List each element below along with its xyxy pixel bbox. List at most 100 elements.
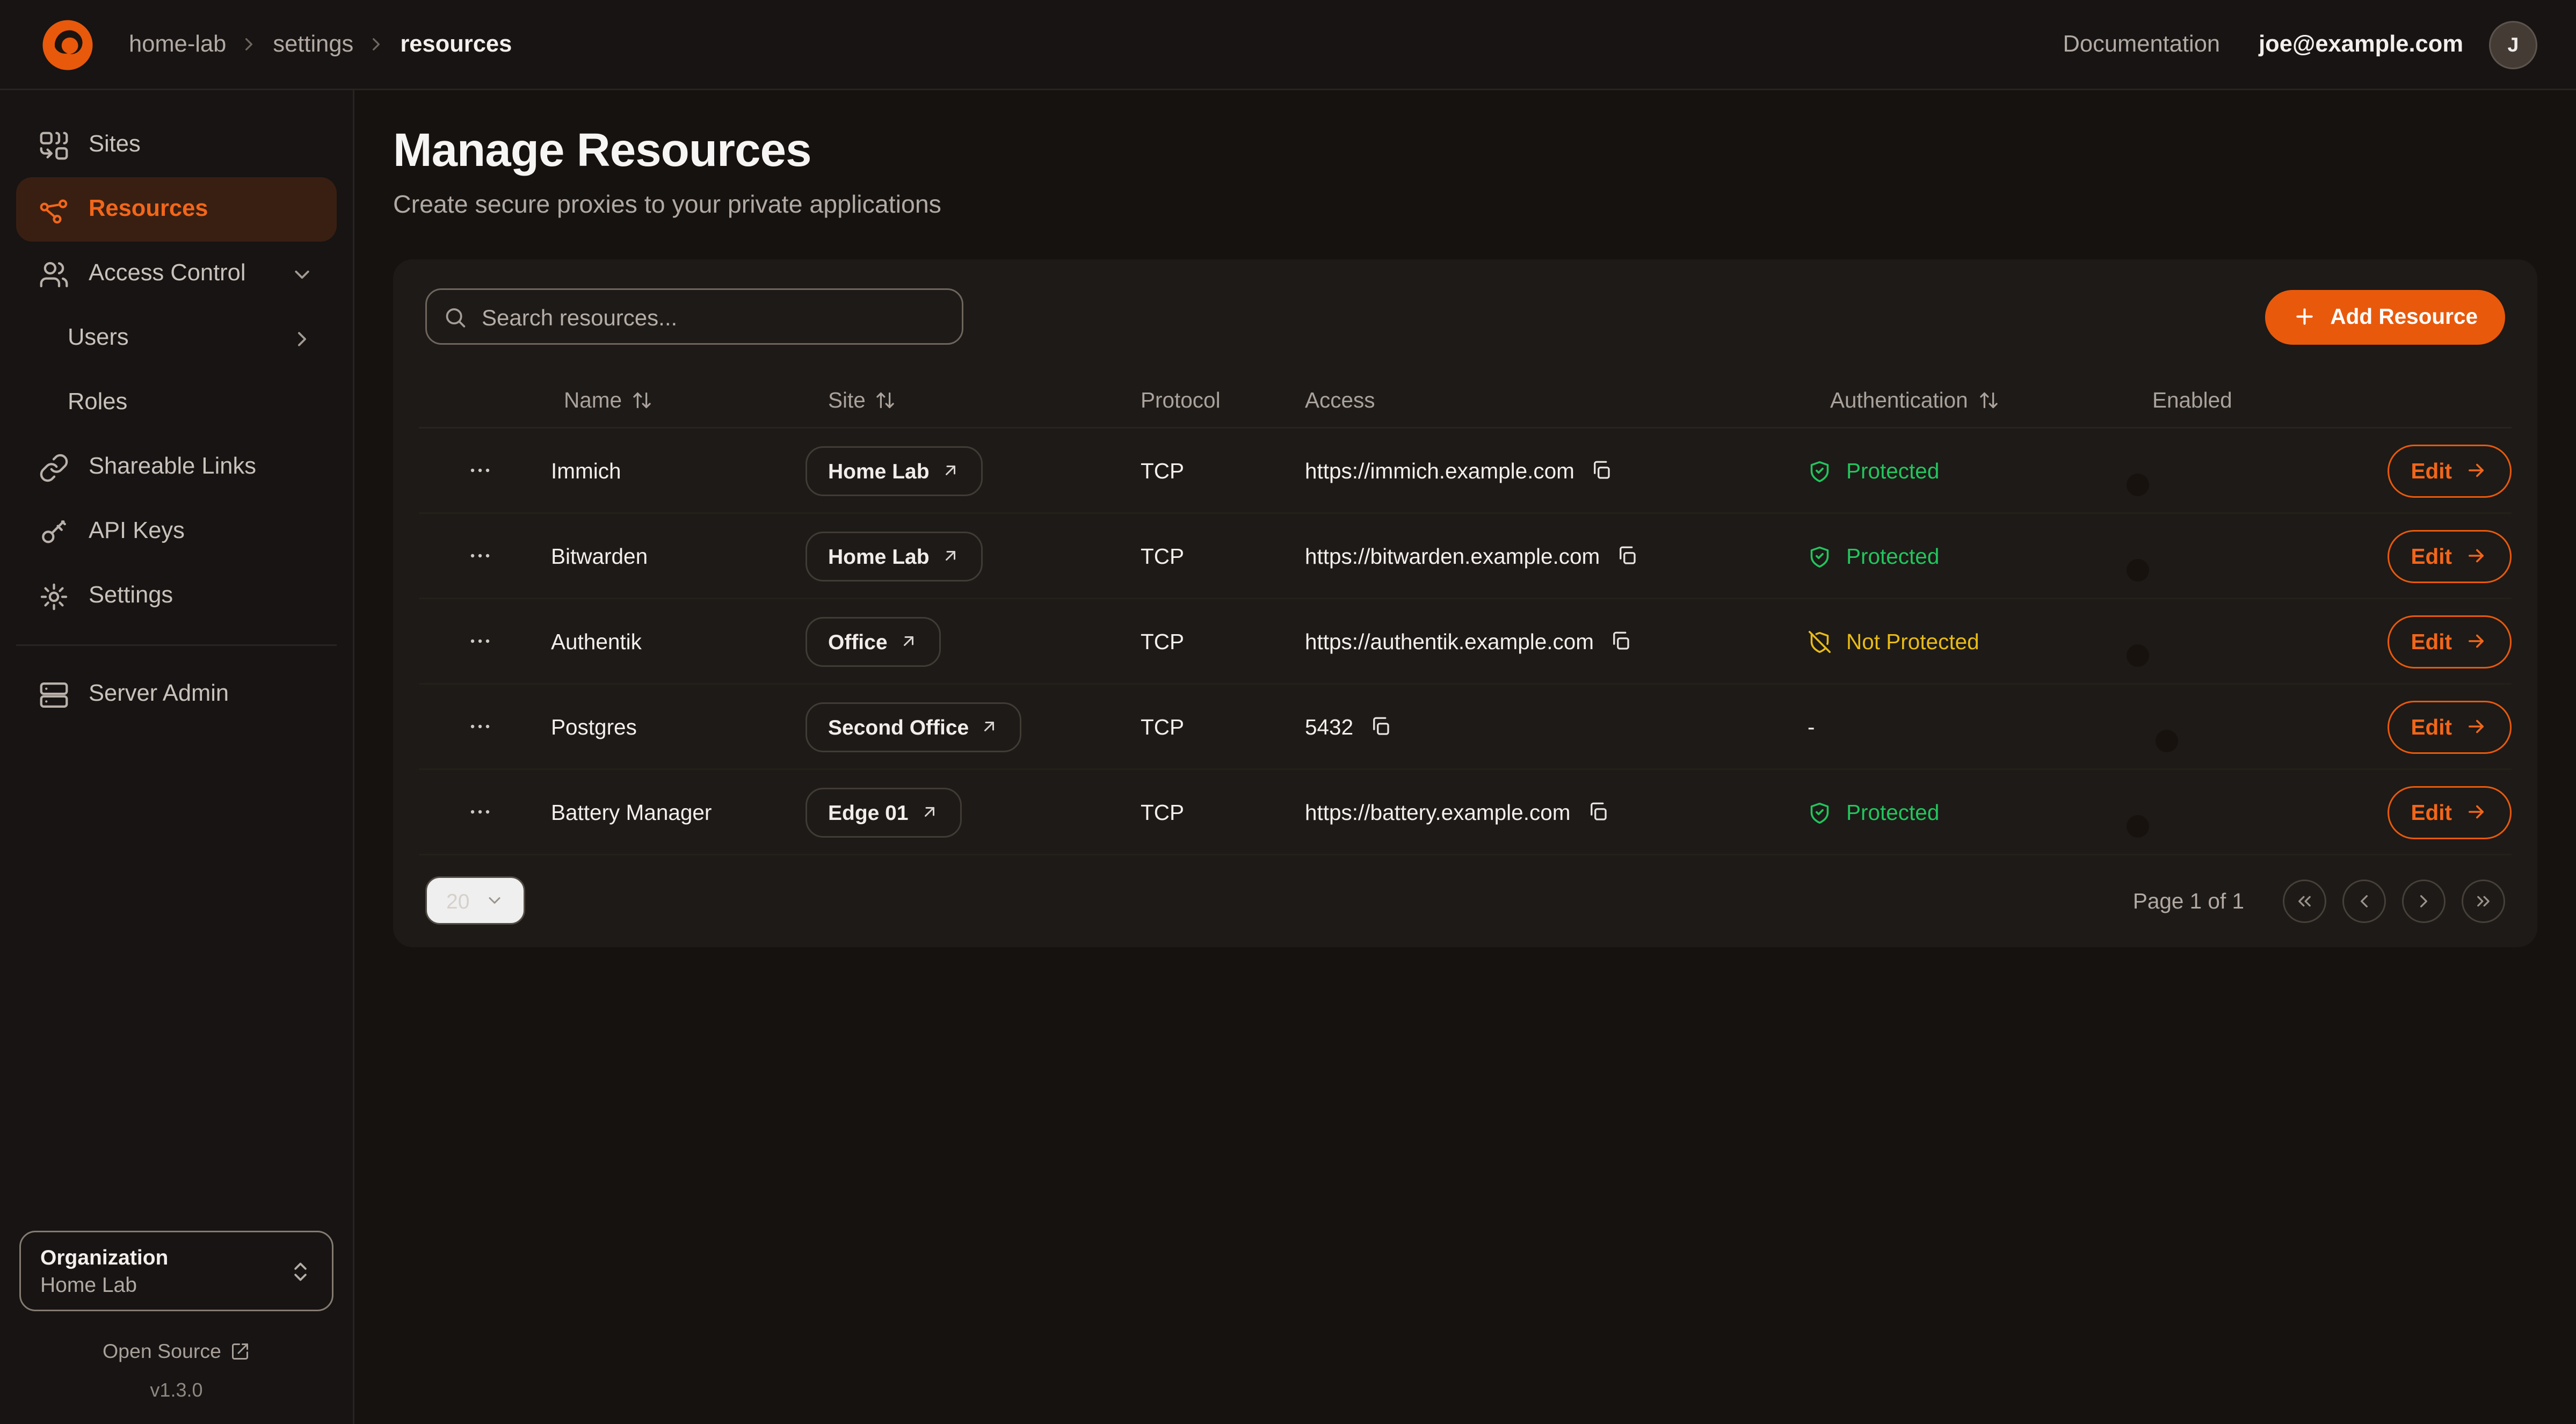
edit-label: Edit xyxy=(2411,459,2452,483)
copy-icon xyxy=(1610,630,1632,652)
first-page-button[interactable] xyxy=(2283,879,2326,922)
breadcrumb-resources[interactable]: resources xyxy=(400,32,512,57)
sidebar-item-api-keys[interactable]: API Keys xyxy=(16,499,337,564)
sidebar-item-users[interactable]: Users xyxy=(16,306,337,370)
sidebar-item-shareable-links[interactable]: Shareable Links xyxy=(16,435,337,499)
plus-icon xyxy=(2293,304,2317,329)
breadcrumb: home-lab settings resources xyxy=(129,32,512,57)
edit-button[interactable]: Edit xyxy=(2387,529,2512,583)
copy-button[interactable] xyxy=(1369,715,1392,738)
edit-button[interactable]: Edit xyxy=(2387,700,2512,753)
row-menu-button[interactable] xyxy=(419,714,541,739)
site-name: Home Lab xyxy=(828,544,930,568)
copy-button[interactable] xyxy=(1610,630,1632,652)
copy-button[interactable] xyxy=(1591,459,1613,482)
sidebar-item-label: Sites xyxy=(89,132,141,158)
arrow-up-right-icon xyxy=(941,546,960,565)
authentication-value: Not Protected xyxy=(1846,629,1979,653)
site-name: Edge 01 xyxy=(828,800,909,824)
server-icon xyxy=(39,679,69,710)
copy-icon xyxy=(1586,801,1609,823)
page-size-select[interactable]: 20 xyxy=(425,876,526,925)
column-header-protocol: Protocol xyxy=(1141,388,1305,412)
arrow-up-right-icon xyxy=(920,802,939,822)
resource-name: Immich xyxy=(541,459,806,483)
add-resource-button[interactable]: Add Resource xyxy=(2266,289,2505,344)
breadcrumb-settings[interactable]: settings xyxy=(273,32,353,57)
edit-button[interactable]: Edit xyxy=(2387,444,2512,497)
toggle-knob xyxy=(2156,730,2178,752)
edit-cell: Edit xyxy=(2381,444,2512,497)
site-cell: Second Office xyxy=(806,702,1022,752)
toggle-knob xyxy=(2127,474,2149,496)
column-header-name[interactable]: Name xyxy=(541,388,806,412)
copy-button[interactable] xyxy=(1616,544,1638,567)
chevron-right-icon xyxy=(290,326,314,351)
authentication-cell: Protected xyxy=(1808,800,2152,824)
sidebar-item-label: Roles xyxy=(68,390,127,416)
site-link-chip[interactable]: Edge 01 xyxy=(806,787,962,837)
add-resource-label: Add Resource xyxy=(2330,304,2478,329)
sidebar-item-access-control[interactable]: Access Control xyxy=(16,242,337,306)
row-menu-button[interactable] xyxy=(419,457,541,483)
sidebar-item-settings[interactable]: Settings xyxy=(16,564,337,628)
site-link-chip[interactable]: Office xyxy=(806,616,941,666)
access-value: https://battery.example.com xyxy=(1305,800,1570,824)
external-link-icon xyxy=(231,1342,250,1361)
sidebar-item-roles[interactable]: Roles xyxy=(16,370,337,435)
page-size-value: 20 xyxy=(446,889,469,913)
next-page-button[interactable] xyxy=(2402,879,2446,922)
arrow-right-icon xyxy=(2465,459,2487,482)
sidebar-item-resources[interactable]: Resources xyxy=(16,177,337,242)
copy-button[interactable] xyxy=(1586,801,1609,823)
edit-button[interactable]: Edit xyxy=(2387,786,2512,839)
prev-page-button[interactable] xyxy=(2342,879,2386,922)
site-name: Office xyxy=(828,629,888,653)
access-cell: https://battery.example.com xyxy=(1305,800,1808,824)
site-link-chip[interactable]: Home Lab xyxy=(806,446,983,496)
combine-icon xyxy=(39,130,69,161)
search-input[interactable] xyxy=(425,288,963,345)
authentication-value: Protected xyxy=(1846,459,1939,483)
ellipsis-icon xyxy=(467,457,493,483)
ellipsis-icon xyxy=(467,628,493,654)
site-link-chip[interactable]: Second Office xyxy=(806,702,1022,752)
pager: Page 1 of 1 xyxy=(2133,879,2505,922)
organization-picker[interactable]: Organization Home Lab xyxy=(19,1231,333,1311)
edit-cell: Edit xyxy=(2381,786,2512,839)
row-menu-button[interactable] xyxy=(419,799,541,825)
copy-icon xyxy=(1616,544,1638,567)
chevron-right-icon xyxy=(2413,890,2434,911)
sidebar-item-label: Access Control xyxy=(89,261,246,287)
table-row: Postgres Second Office TCP 5432 - xyxy=(419,685,2512,770)
breadcrumb-home-lab[interactable]: home-lab xyxy=(129,32,226,57)
edit-label: Edit xyxy=(2411,629,2452,653)
row-menu-button[interactable] xyxy=(419,543,541,569)
gear-icon xyxy=(39,581,69,612)
documentation-link[interactable]: Documentation xyxy=(2063,32,2221,57)
authentication-cell: Not Protected xyxy=(1808,629,2152,653)
sidebar-footer: Organization Home Lab Open Source v1.3.0 xyxy=(0,1231,353,1401)
shell: Sites Resources Access Control xyxy=(0,90,2576,1424)
breadcrumb-separator-icon xyxy=(366,34,387,55)
row-menu-button[interactable] xyxy=(419,628,541,654)
table-row: Authentik Office TCP https://authentik.e… xyxy=(419,599,2512,685)
pangolin-logo-icon[interactable] xyxy=(39,16,97,74)
shield-off-icon xyxy=(1808,629,1832,653)
avatar[interactable]: J xyxy=(2489,20,2537,69)
column-header-authentication[interactable]: Authentication xyxy=(1808,388,2152,412)
sidebar-nav: Sites Resources Access Control xyxy=(0,113,353,726)
open-source-link[interactable]: Open Source xyxy=(103,1340,250,1363)
site-link-chip[interactable]: Home Lab xyxy=(806,531,983,581)
column-header-site[interactable]: Site xyxy=(806,388,1141,412)
last-page-button[interactable] xyxy=(2462,879,2505,922)
sidebar-item-server-admin[interactable]: Server Admin xyxy=(16,662,337,726)
site-name: Home Lab xyxy=(828,459,930,483)
page-info: Page 1 of 1 xyxy=(2133,889,2244,913)
user-email[interactable]: joe@example.com xyxy=(2259,32,2463,57)
open-source-label: Open Source xyxy=(103,1340,221,1363)
sidebar-divider xyxy=(16,644,337,646)
edit-button[interactable]: Edit xyxy=(2387,615,2512,668)
site-cell: Home Lab xyxy=(806,446,983,496)
sidebar-item-sites[interactable]: Sites xyxy=(16,113,337,177)
